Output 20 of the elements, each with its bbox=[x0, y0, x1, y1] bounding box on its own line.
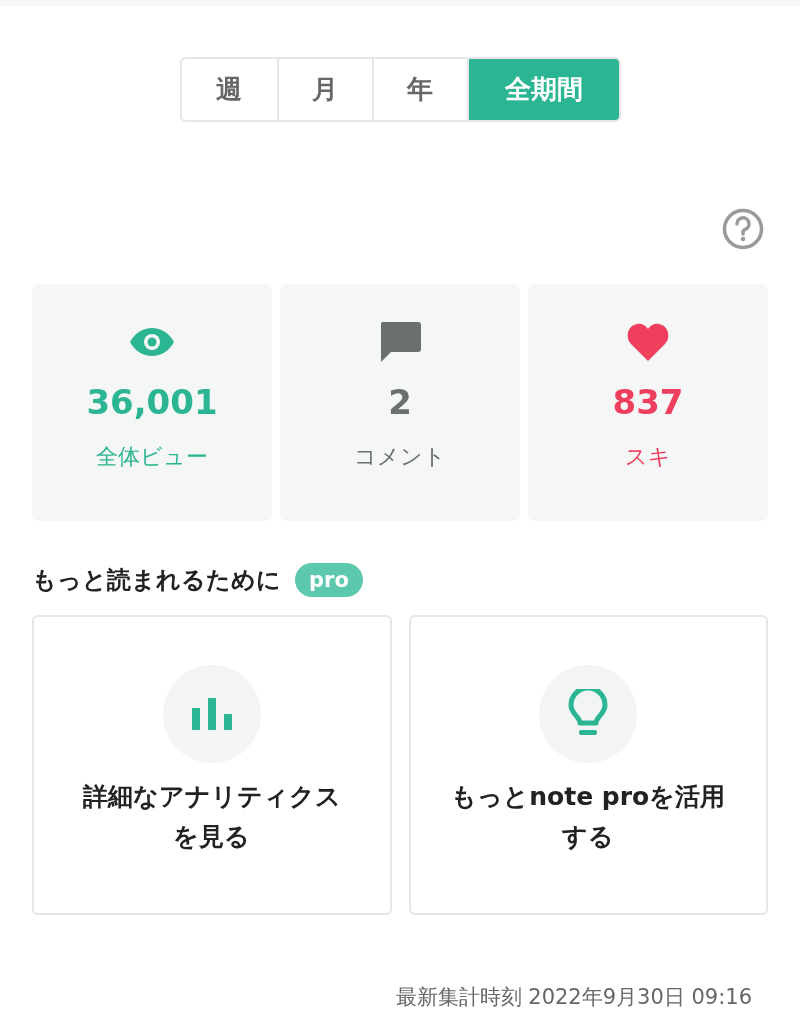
feature-card[interactable]: もっとnote proを活用 する bbox=[408, 615, 768, 915]
feature-label: 詳細なアナリティクス bbox=[82, 781, 341, 813]
stat-label: コメント bbox=[354, 443, 446, 471]
last-updated-text: 最新集計時刻 2022年9月30日 09:16 bbox=[395, 984, 752, 1011]
speech-bubble-icon bbox=[379, 322, 421, 362]
bar-chart-icon bbox=[191, 698, 232, 730]
help-icon[interactable] bbox=[722, 208, 764, 250]
feature-label: もっとnote proを活用 bbox=[451, 781, 726, 813]
stat-value: 2 bbox=[388, 382, 412, 422]
heart-icon bbox=[627, 323, 669, 361]
stat-value: 837 bbox=[612, 382, 684, 422]
feature-card[interactable]: 詳細なアナリティクス を見る bbox=[32, 615, 392, 915]
eye-icon bbox=[129, 327, 175, 357]
section-title: もっと読まれるために bbox=[32, 565, 281, 596]
stat-label: スキ bbox=[625, 443, 671, 471]
feature-label: を見る bbox=[173, 821, 251, 853]
feature-label: する bbox=[562, 821, 615, 853]
pro-badge: pro bbox=[295, 563, 363, 597]
stat-label: 全体ビュー bbox=[96, 443, 208, 471]
stat-value: 36,001 bbox=[86, 382, 218, 422]
